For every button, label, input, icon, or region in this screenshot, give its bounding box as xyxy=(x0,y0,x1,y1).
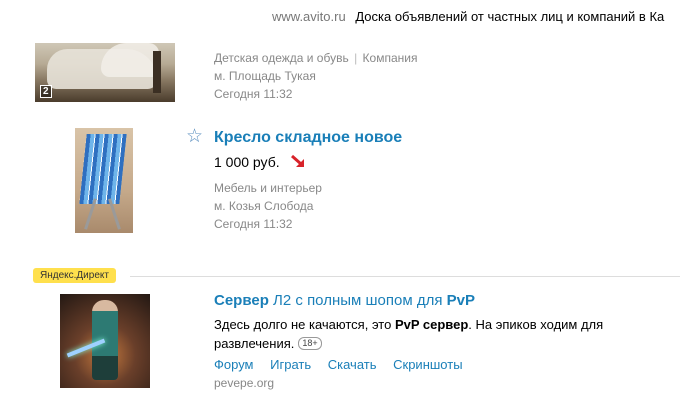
ad-link-play[interactable]: Играть xyxy=(270,357,311,372)
seller-type: Компания xyxy=(362,51,418,65)
ad-title-bold: Сервер xyxy=(214,292,269,309)
listing-category: Мебель и интерьер xyxy=(214,181,322,195)
listing-price: 1 000 руб. xyxy=(214,154,280,170)
yandex-direct-badge: Яндекс.Директ xyxy=(33,268,116,283)
shoe-shape xyxy=(101,43,159,77)
listing-date: Сегодня 11:32 xyxy=(214,87,293,101)
listing-title-link[interactable]: Кресло складное новое xyxy=(214,128,402,148)
listing-category-line: Детская одежда и обувь | Компания xyxy=(214,49,417,67)
ad-thumbnail[interactable] xyxy=(60,294,150,388)
listing-metro: м. Площадь Тукая xyxy=(214,69,316,83)
star-outline-icon[interactable]: ☆ xyxy=(186,127,203,147)
meta-separator: | xyxy=(354,51,358,65)
game-character-shape xyxy=(92,300,118,380)
ad-title-text: Л2 с полным шопом для xyxy=(268,292,447,309)
photo-count-badge: 2 xyxy=(40,85,52,98)
listing-thumbnail[interactable] xyxy=(75,128,133,233)
listing-price-line: 1 000 руб. xyxy=(214,153,306,172)
ad-text-bold: PvP сервер xyxy=(394,317,469,332)
ad-domain: pevepe.org xyxy=(214,376,275,390)
browser-title-bar: www.avito.ru Доска объявлений от частных… xyxy=(272,8,664,26)
section-divider xyxy=(130,276,680,277)
ad-link-download[interactable]: Скачать xyxy=(328,357,377,372)
ad-link-forum[interactable]: Форум xyxy=(214,357,254,372)
chair-shape xyxy=(79,134,127,204)
listing-thumbnail[interactable]: 2 xyxy=(35,43,175,102)
site-description: Доска объявлений от частных лиц и компан… xyxy=(355,9,665,24)
ad-title-bold: PvP xyxy=(446,292,475,309)
ad-text: Здесь долго не качаются, это xyxy=(214,317,395,332)
ad-sitelinks: Форум Играть Скачать Скриншоты xyxy=(214,356,476,373)
heel-shape xyxy=(153,51,161,93)
listing-category: Детская одежда и обувь xyxy=(214,51,349,65)
ad-link-screenshots[interactable]: Скриншоты xyxy=(393,357,462,372)
age-rating-badge: 18+ xyxy=(298,337,322,350)
ad-description: Здесь долго не качаются, это PvP сервер.… xyxy=(214,315,674,353)
site-url: www.avito.ru xyxy=(272,9,346,24)
ad-title-link[interactable]: Сервер Л2 с полным шопом для PvP xyxy=(214,291,475,311)
arrow-down-red-icon xyxy=(290,154,306,172)
listing-date: Сегодня 11:32 xyxy=(214,217,293,231)
listing-metro: м. Козья Слобода xyxy=(214,199,314,213)
